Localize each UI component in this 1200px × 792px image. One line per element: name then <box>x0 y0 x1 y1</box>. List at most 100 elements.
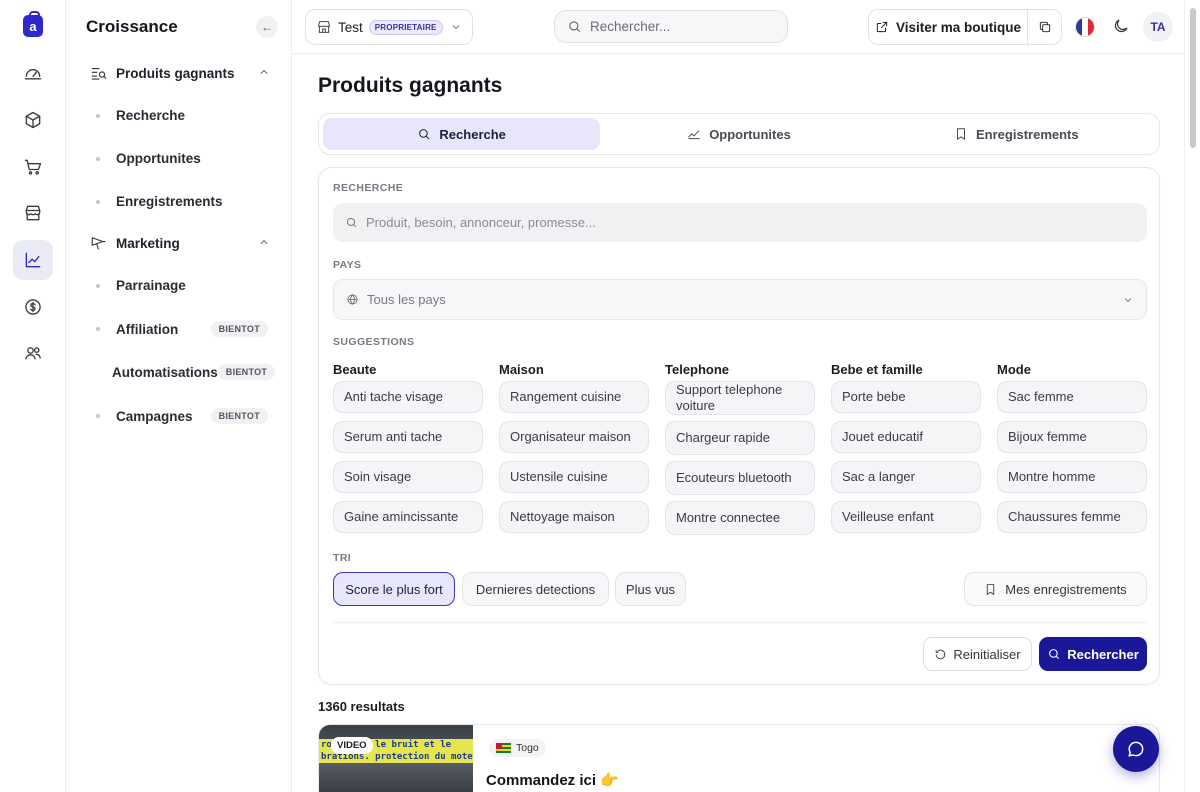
chat-support-button[interactable] <box>1113 726 1159 772</box>
suggestion-category: Bebe et famille <box>831 361 923 377</box>
suggestion-chip[interactable]: Bijoux femme <box>997 421 1147 453</box>
finance-dollar-icon[interactable] <box>13 287 53 327</box>
product-search-field[interactable] <box>333 203 1147 242</box>
tab-recherche[interactable]: Recherche <box>323 118 601 150</box>
suggestion-column: Telephone Support telephone voiture Char… <box>665 357 815 541</box>
dashboard-gauge-icon[interactable] <box>13 53 53 93</box>
chevron-down-icon <box>1124 297 1132 302</box>
suggestions-grid: Beaute Anti tache visage Serum anti tach… <box>333 357 1147 541</box>
sidebar-item-affiliation[interactable]: Affiliation BIENTOT <box>96 321 268 337</box>
products-box-icon[interactable] <box>13 100 53 140</box>
sidebar: Croissance ← Produits gagnants Recherche… <box>66 0 292 792</box>
trend-chart-icon <box>688 130 700 140</box>
suggestion-chip[interactable]: Serum anti tache <box>333 421 483 453</box>
sidebar-item-automatisations[interactable]: Automatisations BIENTOT <box>96 364 276 380</box>
suggestion-chip[interactable]: Chargeur rapide <box>665 421 815 455</box>
sort-latest-button[interactable]: Dernieres detections <box>462 572 609 606</box>
search-icon <box>1049 649 1060 660</box>
search-icon <box>419 129 430 140</box>
togo-flag-icon <box>496 743 511 753</box>
store-selector[interactable]: Test PROPRIETAIRE <box>305 9 473 45</box>
suggestion-chip[interactable]: Veilleuse enfant <box>831 501 981 533</box>
suggestion-column: Mode Sac femme Bijoux femme Montre homme… <box>997 357 1147 541</box>
reset-button[interactable]: Reinitialiser <box>923 637 1032 671</box>
suggestion-chip[interactable]: Organisateur maison <box>499 421 649 453</box>
sidebar-group-produits-gagnants[interactable]: Produits gagnants <box>90 64 270 82</box>
search-icon <box>569 21 580 32</box>
store-icon[interactable] <box>13 193 53 233</box>
topbar: Test PROPRIETAIRE Visiter ma boutique TA <box>292 0 1184 54</box>
megaphone-icon <box>91 237 106 250</box>
video-thumbnail[interactable]: ro contre le bruit et le brations. prote… <box>319 725 473 792</box>
growth-chart-icon[interactable] <box>13 240 53 280</box>
suggestion-chip[interactable]: Soin visage <box>333 461 483 493</box>
sort-score-button[interactable]: Score le plus fort <box>333 572 455 606</box>
suggestion-chip[interactable]: Porte bebe <box>831 381 981 413</box>
product-search-input[interactable] <box>366 215 966 230</box>
my-saved-button[interactable]: Mes enregistrements <box>964 572 1147 606</box>
suggestion-chip[interactable]: Montre connectee <box>665 501 815 535</box>
divider <box>333 622 1147 623</box>
global-search[interactable] <box>554 10 788 43</box>
store-name: Test <box>338 19 363 35</box>
global-search-input[interactable] <box>590 19 770 34</box>
tab-enregistrements[interactable]: Enregistrements <box>878 118 1155 150</box>
visit-store-button[interactable]: Visiter ma boutique <box>868 9 1028 45</box>
suggestion-chip[interactable]: Jouet educatif <box>831 421 981 453</box>
search-section-label: RECHERCHE <box>333 182 404 194</box>
orders-cart-icon[interactable] <box>13 147 53 187</box>
suggestion-category: Mode <box>997 361 1031 377</box>
chat-bubble-icon <box>1128 741 1144 757</box>
page-scrollbar[interactable] <box>1184 0 1200 792</box>
chevron-up-icon <box>260 240 268 244</box>
suggestion-category: Beaute <box>333 361 377 377</box>
sort-section-label: TRI <box>333 552 352 564</box>
bookmark-icon <box>957 128 966 140</box>
collapse-sidebar-arrow-icon[interactable]: ← <box>256 16 278 38</box>
suggestion-chip[interactable]: Montre homme <box>997 461 1147 493</box>
sidebar-item-enregistrements[interactable]: Enregistrements <box>96 194 268 209</box>
suggestion-column: Maison Rangement cuisine Organisateur ma… <box>499 357 649 541</box>
dark-mode-moon-icon[interactable] <box>1112 17 1130 35</box>
suggestion-chip[interactable]: Support telephone voiture <box>665 381 815 415</box>
icon-rail: a <box>0 0 66 792</box>
copy-link-button[interactable] <box>1028 9 1062 45</box>
sidebar-group-marketing[interactable]: Marketing <box>90 234 270 252</box>
sort-most-viewed-button[interactable]: Plus vus <box>615 572 686 606</box>
globe-icon <box>347 294 358 305</box>
sidebar-item-parrainage[interactable]: Parrainage <box>96 278 268 293</box>
sort-options: Score le plus fort Dernieres detections … <box>333 572 1147 606</box>
search-list-icon <box>91 67 107 80</box>
suggestion-chip[interactable]: Chaussures femme <box>997 501 1147 533</box>
app-logo-icon[interactable]: a <box>23 11 43 37</box>
suggestion-chip[interactable]: Rangement cuisine <box>499 381 649 413</box>
user-avatar[interactable]: TA <box>1143 12 1173 42</box>
sidebar-item-recherche[interactable]: Recherche <box>96 108 268 123</box>
chevron-up-icon <box>260 70 268 74</box>
result-title: Commandez ici 👉 <box>486 772 619 789</box>
sidebar-item-opportunites[interactable]: Opportunites <box>96 151 268 166</box>
suggestion-chip[interactable]: Nettoyage maison <box>499 501 649 533</box>
result-card[interactable]: ro contre le bruit et le brations. prote… <box>318 724 1160 792</box>
suggestion-category: Telephone <box>665 361 730 377</box>
store-icon <box>318 21 330 33</box>
suggestion-chip[interactable]: Gaine amincissante <box>333 501 483 533</box>
scrollbar-thumb[interactable] <box>1190 8 1196 148</box>
section-tabs: Recherche Opportunites Enregistrements <box>318 113 1160 155</box>
suggestion-chip[interactable]: Ecouteurs bluetooth <box>665 461 815 495</box>
suggestion-chip[interactable]: Ustensile cuisine <box>499 461 649 493</box>
sidebar-item-campagnes[interactable]: Campagnes BIENTOT <box>96 408 268 424</box>
suggestion-category: Maison <box>499 361 544 377</box>
suggestion-column: Beaute Anti tache visage Serum anti tach… <box>333 357 483 541</box>
suggestion-chip[interactable]: Sac femme <box>997 381 1147 413</box>
tab-opportunites[interactable]: Opportunites <box>600 118 877 150</box>
sidebar-group-label: Produits gagnants <box>116 65 235 81</box>
external-link-icon <box>876 21 888 33</box>
customers-users-icon[interactable] <box>13 333 53 373</box>
search-submit-button[interactable]: Rechercher <box>1039 637 1147 671</box>
language-flag-fr-icon[interactable] <box>1075 17 1095 37</box>
soon-badge: BIENTOT <box>217 364 276 380</box>
suggestion-chip[interactable]: Sac a langer <box>831 461 981 493</box>
suggestion-chip[interactable]: Anti tache visage <box>333 381 483 413</box>
country-select[interactable]: Tous les pays <box>333 279 1147 320</box>
